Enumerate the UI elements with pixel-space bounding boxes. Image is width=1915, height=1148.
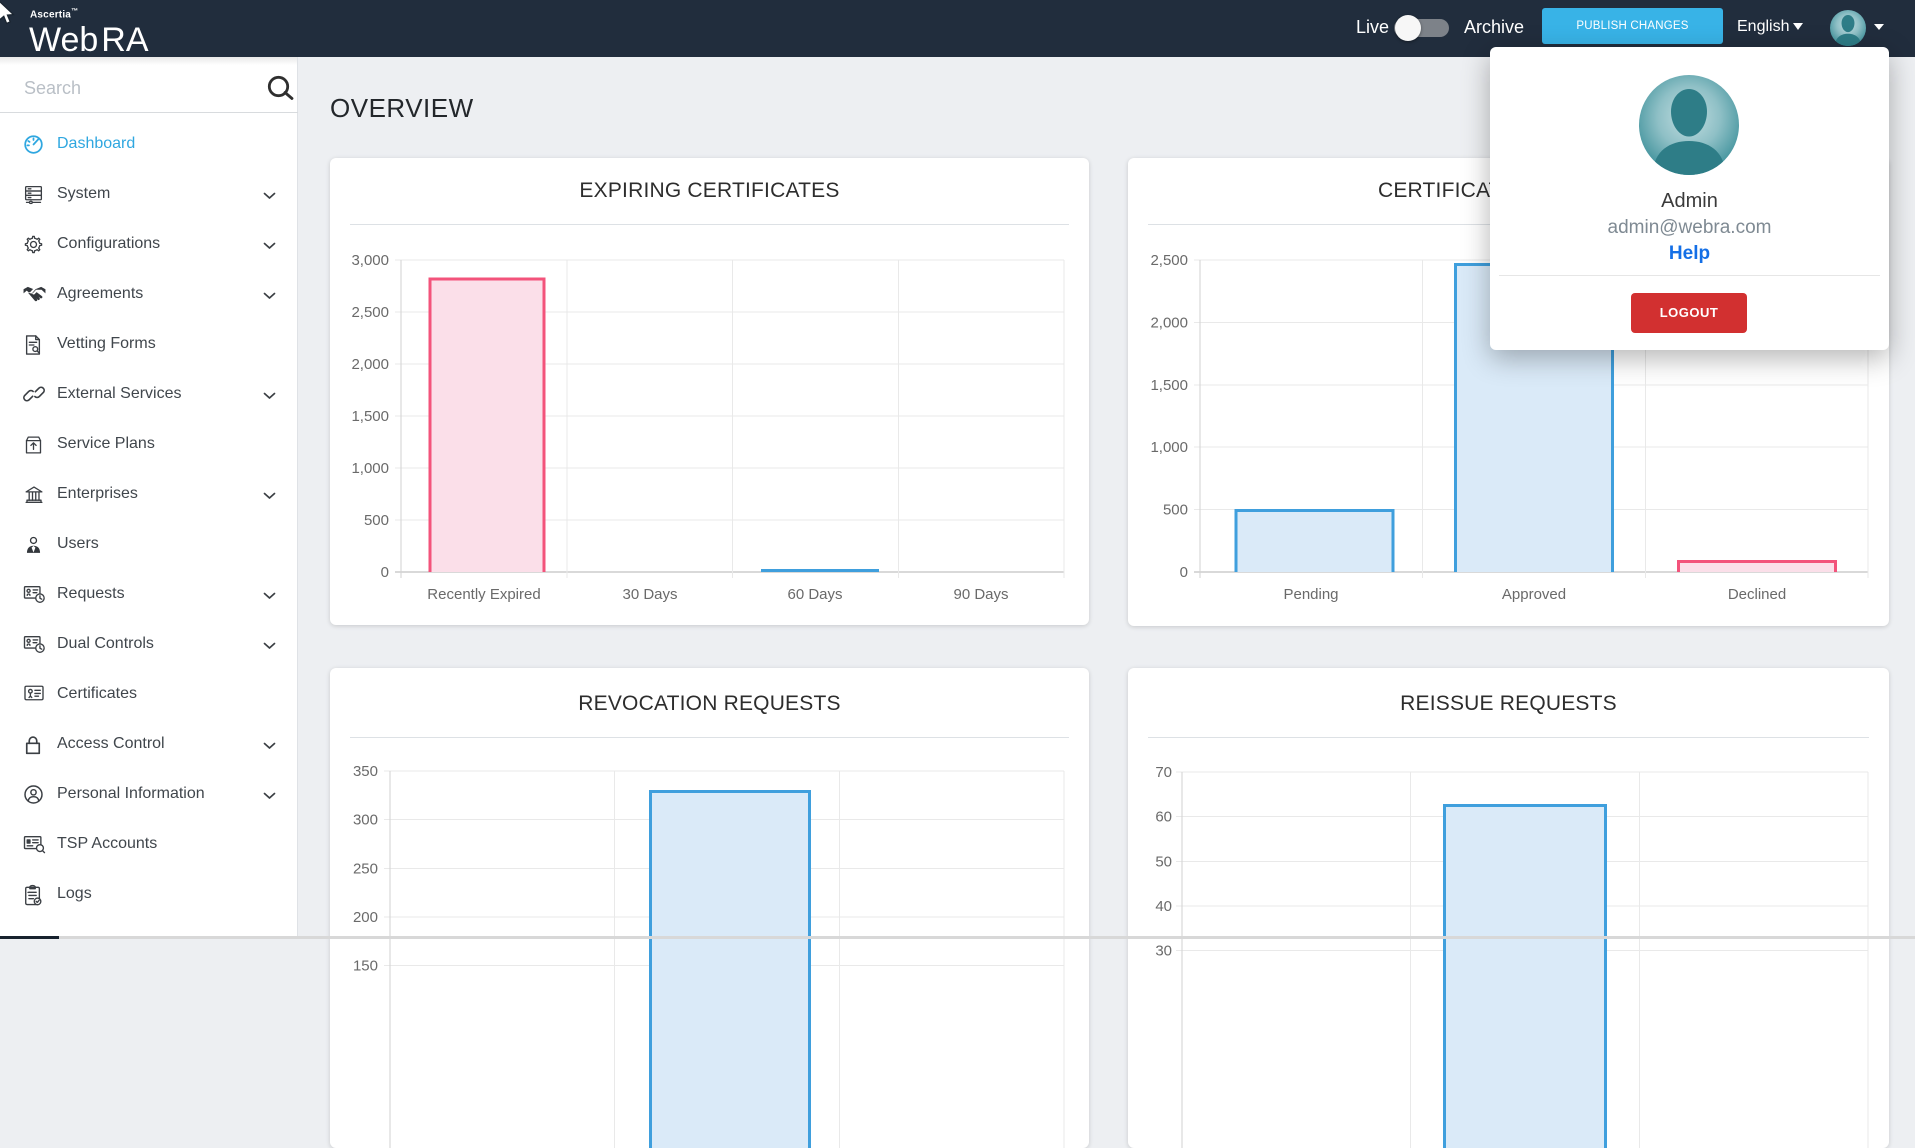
svg-text:1,500: 1,500 <box>351 408 389 425</box>
svg-text:Pending: Pending <box>1283 586 1338 603</box>
svg-text:40: 40 <box>1155 898 1172 915</box>
svg-text:300: 300 <box>353 812 378 829</box>
svg-text:500: 500 <box>364 512 389 529</box>
svg-text:1,000: 1,000 <box>351 460 389 477</box>
svg-text:500: 500 <box>1163 502 1188 519</box>
svg-text:Declined: Declined <box>1728 586 1786 603</box>
svg-text:1,000: 1,000 <box>1150 439 1188 456</box>
svg-text:150: 150 <box>353 958 378 975</box>
svg-text:90 Days: 90 Days <box>953 586 1008 603</box>
svg-text:50: 50 <box>1155 853 1172 870</box>
svg-text:30: 30 <box>1155 943 1172 960</box>
svg-text:200: 200 <box>353 909 378 926</box>
svg-text:3,000: 3,000 <box>351 252 389 269</box>
svg-text:70: 70 <box>1155 764 1172 781</box>
svg-text:30 Days: 30 Days <box>622 586 677 603</box>
svg-text:2,000: 2,000 <box>1150 314 1188 331</box>
svg-text:2,000: 2,000 <box>351 356 389 373</box>
svg-text:350: 350 <box>353 763 378 780</box>
svg-text:0: 0 <box>1180 564 1188 581</box>
svg-text:60 Days: 60 Days <box>787 586 842 603</box>
svg-text:250: 250 <box>353 860 378 877</box>
svg-text:Approved: Approved <box>1502 586 1566 603</box>
svg-text:2,500: 2,500 <box>351 304 389 321</box>
svg-text:2,500: 2,500 <box>1150 252 1188 269</box>
svg-text:Recently Expired: Recently Expired <box>427 586 540 603</box>
svg-text:0: 0 <box>381 564 389 581</box>
svg-text:60: 60 <box>1155 809 1172 826</box>
svg-text:1,500: 1,500 <box>1150 377 1188 394</box>
